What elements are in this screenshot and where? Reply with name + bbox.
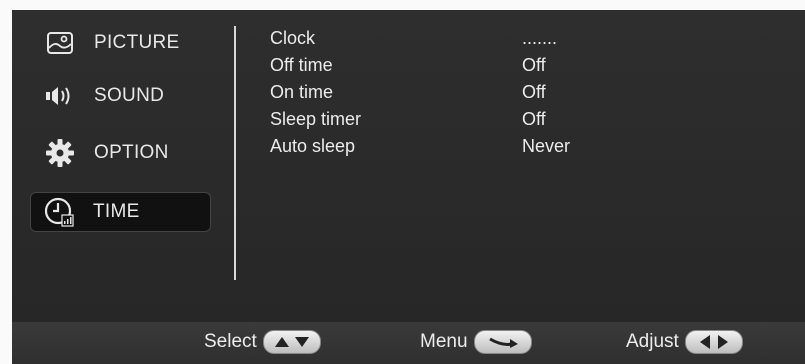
row-label: Auto sleep: [270, 136, 356, 156]
sidebar-item-sound[interactable]: SOUND: [32, 77, 210, 115]
sidebar-item-time[interactable]: TIME: [30, 192, 211, 232]
sidebar: PICTURE SOUND OPTION TIME: [12, 10, 234, 290]
row-value: Off: [522, 55, 546, 75]
row-value: .......: [522, 28, 558, 48]
clock-icon: [43, 196, 75, 228]
menu-label: Menu: [420, 331, 468, 352]
row-label: Off time: [270, 55, 333, 75]
menu-hint: Menu: [420, 330, 532, 354]
off-time-row[interactable]: Off time Off: [270, 55, 590, 81]
sidebar-item-label: PICTURE: [94, 32, 180, 53]
row-label: Clock: [270, 28, 316, 48]
up-down-arrows-icon: [262, 330, 321, 354]
adjust-label: Adjust: [626, 331, 679, 352]
row-label: Sleep timer: [270, 109, 362, 129]
row-value: Never: [522, 136, 571, 156]
gear-icon: [44, 137, 76, 169]
select-label: Select: [204, 331, 257, 352]
sidebar-item-option[interactable]: OPTION: [32, 134, 210, 172]
row-value: Off: [522, 109, 546, 129]
sidebar-item-label: TIME: [93, 201, 140, 222]
divider: [234, 26, 236, 280]
row-value: Off: [522, 82, 546, 102]
sidebar-item-label: SOUND: [94, 85, 165, 106]
clock-row[interactable]: Clock .......: [270, 28, 590, 54]
sidebar-item-label: OPTION: [94, 142, 169, 163]
footer-hint-bar: Select Menu Adjust: [12, 322, 805, 364]
tv-osd-screen: PICTURE SOUND OPTION TIME Clock ....... …: [12, 10, 805, 364]
row-label: On time: [270, 82, 334, 102]
sidebar-item-picture[interactable]: PICTURE: [32, 24, 210, 62]
left-right-arrows-icon: [684, 330, 743, 354]
speaker-icon: [44, 80, 76, 112]
return-arrow-icon: [473, 330, 532, 354]
adjust-hint: Adjust: [626, 330, 743, 354]
select-hint: Select: [204, 330, 321, 354]
auto-sleep-row[interactable]: Auto sleep Never: [270, 136, 590, 162]
picture-icon: [44, 27, 76, 59]
on-time-row[interactable]: On time Off: [270, 82, 590, 108]
sleep-timer-row[interactable]: Sleep timer Off: [270, 109, 590, 135]
